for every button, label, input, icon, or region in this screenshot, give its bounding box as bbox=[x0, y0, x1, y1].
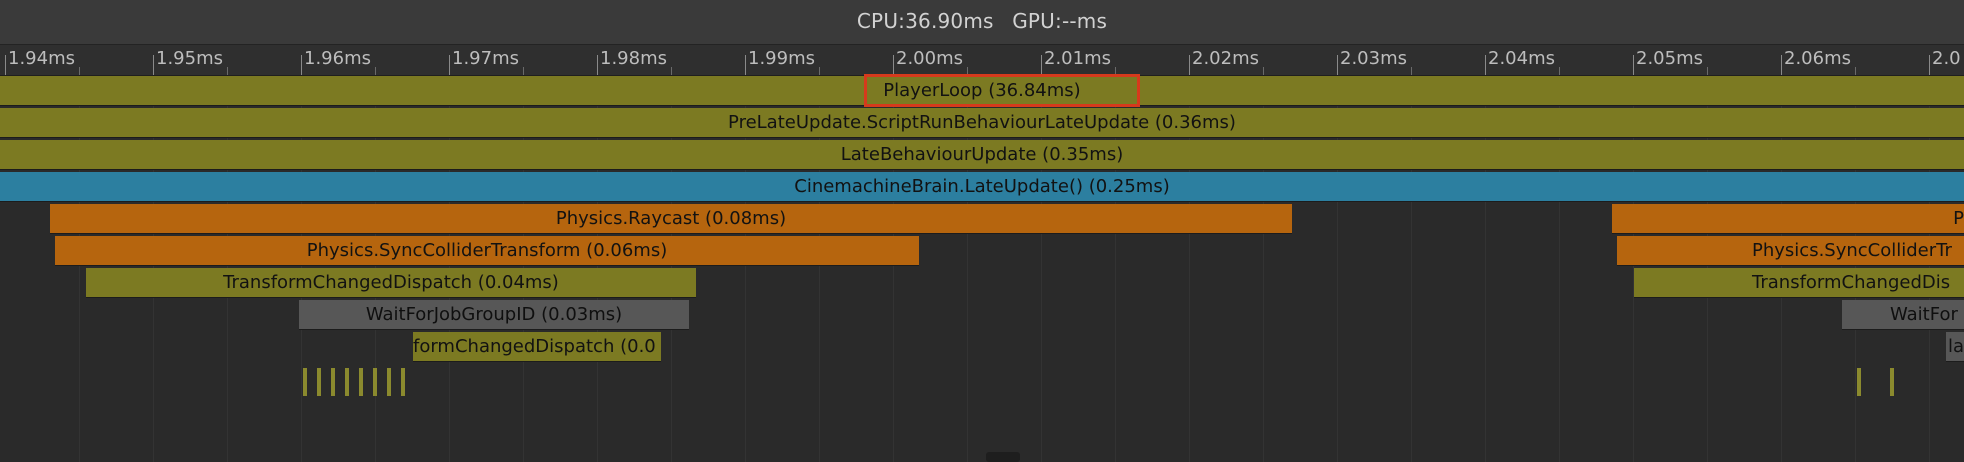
tick-label: 1.97ms bbox=[452, 48, 519, 69]
tiny-event-mark[interactable] bbox=[359, 368, 363, 396]
tick-label: 2.06ms bbox=[1784, 48, 1851, 69]
minor-tick bbox=[671, 67, 672, 75]
tick bbox=[745, 55, 746, 75]
tick-label: 2.00ms bbox=[896, 48, 963, 69]
profiler-timeline: CPU:36.90ms GPU:--ms 1.94ms 1.95ms 1.96m… bbox=[0, 0, 1964, 462]
gpu-time: GPU:--ms bbox=[1012, 9, 1108, 33]
tiny-event-mark[interactable] bbox=[303, 368, 307, 396]
minor-tick bbox=[1707, 67, 1708, 75]
transform-changed-dispatch-right-bar[interactable]: TransformChangedDis bbox=[1634, 268, 1964, 298]
minor-tick bbox=[1559, 67, 1560, 75]
time-ruler[interactable]: 1.94ms 1.95ms 1.96ms 1.97ms 1.98ms 1.99m… bbox=[0, 45, 1964, 76]
minor-tick bbox=[79, 67, 80, 75]
late-behaviour-update-bar[interactable]: LateBehaviourUpdate (0.35ms) bbox=[0, 140, 1964, 170]
tick bbox=[1189, 55, 1190, 75]
minor-tick bbox=[375, 67, 376, 75]
minor-tick bbox=[523, 67, 524, 75]
tick bbox=[153, 55, 154, 75]
tiny-event-mark[interactable] bbox=[373, 368, 377, 396]
minor-tick bbox=[967, 67, 968, 75]
minor-tick bbox=[1411, 67, 1412, 75]
tick-label: 1.99ms bbox=[748, 48, 815, 69]
tick bbox=[597, 55, 598, 75]
tick-label: 1.95ms bbox=[156, 48, 223, 69]
tick bbox=[1041, 55, 1042, 75]
tick-label: 2.01ms bbox=[1044, 48, 1111, 69]
tick bbox=[449, 55, 450, 75]
cinemachine-late-update-bar[interactable]: CinemachineBrain.LateUpdate() (0.25ms) bbox=[0, 172, 1964, 202]
tiny-event-mark[interactable] bbox=[317, 368, 321, 396]
tick-label: 1.94ms bbox=[8, 48, 75, 69]
horizontal-scroll-thumb[interactable] bbox=[986, 452, 1020, 462]
transform-changed-dispatch-bar[interactable]: TransformChangedDispatch (0.04ms) bbox=[86, 268, 696, 298]
physics-sync-collider-bar[interactable]: Physics.SyncColliderTransform (0.06ms) bbox=[55, 236, 919, 266]
tick bbox=[1633, 55, 1634, 75]
minor-tick bbox=[1115, 67, 1116, 75]
frame-time-summary: CPU:36.90ms GPU:--ms bbox=[0, 9, 1964, 33]
tick-label: 2.02ms bbox=[1192, 48, 1259, 69]
tick bbox=[1781, 55, 1782, 75]
tick bbox=[301, 55, 302, 75]
tick bbox=[1337, 55, 1338, 75]
tick-label: 2.03ms bbox=[1340, 48, 1407, 69]
tick-label: 1.96ms bbox=[304, 48, 371, 69]
minor-tick bbox=[227, 67, 228, 75]
physics-sync-collider-right-bar[interactable]: Physics.SyncColliderTr bbox=[1617, 236, 1964, 266]
cpu-time: CPU:36.90ms bbox=[856, 9, 994, 33]
minor-tick bbox=[1263, 67, 1264, 75]
wait-for-job-group-bar[interactable]: WaitForJobGroupID (0.03ms) bbox=[299, 300, 689, 330]
tick bbox=[893, 55, 894, 75]
tiny-event-mark[interactable] bbox=[1890, 368, 1894, 396]
tick-label: 2.0 bbox=[1932, 48, 1961, 69]
tick-label: 2.04ms bbox=[1488, 48, 1555, 69]
transform-changed-dispatch-child-bar[interactable]: formChangedDispatch (0.0 bbox=[413, 332, 661, 362]
physics-raycast-right-bar[interactable]: P bbox=[1612, 204, 1964, 234]
physics-raycast-right-label: P bbox=[1953, 208, 1964, 229]
tick-label: 1.98ms bbox=[600, 48, 667, 69]
small-right-bar[interactable]: la bbox=[1946, 332, 1964, 362]
player-loop-bar[interactable]: PlayerLoop (36.84ms) bbox=[0, 76, 1964, 106]
tick bbox=[1485, 55, 1486, 75]
minor-tick bbox=[819, 67, 820, 75]
tiny-event-mark[interactable] bbox=[345, 368, 349, 396]
physics-raycast-bar[interactable]: Physics.Raycast (0.08ms) bbox=[50, 204, 1292, 234]
tiny-event-mark[interactable] bbox=[331, 368, 335, 396]
tiny-event-mark[interactable] bbox=[387, 368, 391, 396]
minor-tick bbox=[1855, 67, 1856, 75]
tiny-event-mark[interactable] bbox=[401, 368, 405, 396]
tick-label: 2.05ms bbox=[1636, 48, 1703, 69]
tick bbox=[5, 55, 6, 75]
tiny-event-mark[interactable] bbox=[1857, 368, 1861, 396]
pre-late-update-bar[interactable]: PreLateUpdate.ScriptRunBehaviourLateUpda… bbox=[0, 108, 1964, 138]
tick bbox=[1929, 55, 1930, 75]
wait-for-job-group-right-bar[interactable]: WaitFor bbox=[1842, 300, 1964, 330]
profiler-header: CPU:36.90ms GPU:--ms bbox=[0, 0, 1964, 45]
